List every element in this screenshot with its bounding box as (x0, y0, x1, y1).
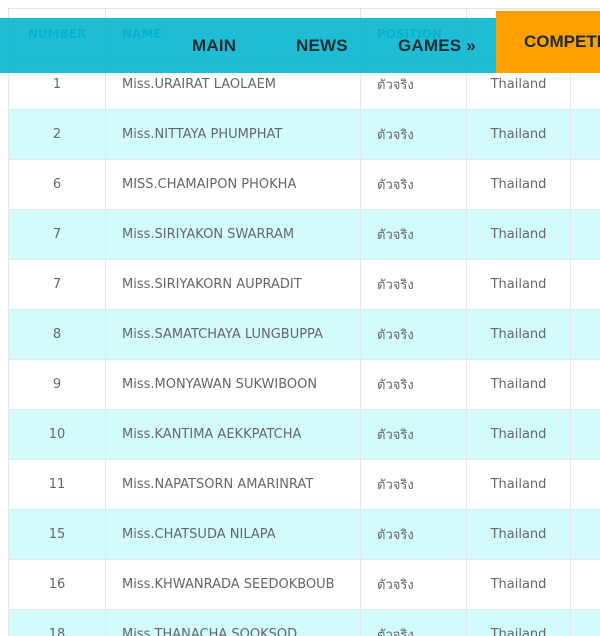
table-row: 11 Miss.NAPATSORN AMARINRAT ตัวจริง Thailan… (8, 459, 600, 510)
cell-country: Thailand (466, 459, 571, 510)
nav-item-news[interactable]: NEWS (296, 18, 348, 73)
cell-extra (570, 209, 600, 260)
table-row: 8 Miss.SAMATCHAYA LUNGBUPPA ตัวจริง Thailan… (8, 309, 600, 360)
cell-name: Miss.SIRIYAKON SWARRAM (105, 209, 361, 260)
cell-position: ตัวจริง (360, 559, 467, 610)
roster-table-container: NUMBER NAME POSITION C 1Miss.URAIRAT LAO… (8, 8, 600, 636)
cell-number: 9 (8, 359, 106, 410)
cell-extra (570, 359, 600, 410)
cell-position: ตัวจริง (360, 259, 467, 310)
cell-country: Thailand (466, 209, 571, 260)
cell-position: ตัวจริง (360, 109, 467, 160)
cell-position: ตัวจริง (360, 309, 467, 360)
cell-position: ตัวจริง (360, 509, 467, 560)
cell-number: 7 (8, 259, 106, 310)
cell-country: Thailand (466, 509, 571, 560)
roster-table: NUMBER NAME POSITION C 1Miss.URAIRAT LAO… (8, 8, 600, 636)
nav-item-main[interactable]: MAIN (192, 18, 236, 73)
cell-name: Miss.CHATSUDA NILAPA (105, 509, 361, 560)
cell-extra (570, 259, 600, 310)
table-row: 7 Miss.SIRIYAKON SWARRAM ตัวจริง Thailand (8, 209, 600, 260)
cell-position: ตัวจริง (360, 359, 467, 410)
cell-position: ตัวจริง (360, 409, 467, 460)
cell-extra (570, 609, 600, 636)
cell-extra (570, 109, 600, 160)
table-row: 7 Miss.SIRIYAKORN AUPRADIT ตัวจริง Thailand (8, 259, 600, 310)
nav-item-games[interactable]: GAMES » (398, 18, 476, 73)
cell-extra (570, 459, 600, 510)
cell-name: Miss.KANTIMA AEKKPATCHA (105, 409, 361, 460)
main-nav-bar: MAIN NEWS GAMES » COMPETITI (0, 11, 600, 73)
table-row: 15 Miss.CHATSUDA NILAPA ตัวจริง Thailand (8, 509, 600, 560)
cell-number: 16 (8, 559, 106, 610)
cell-name: Miss.THANACHA SOOKSOD (105, 609, 361, 636)
page: NUMBER NAME POSITION C 1Miss.URAIRAT LAO… (0, 0, 600, 636)
cell-number: 10 (8, 409, 106, 460)
cell-country: Thailand (466, 359, 571, 410)
cell-name: MISS.CHAMAIPON PHOKHA (105, 159, 361, 210)
cell-country: Thailand (466, 559, 571, 610)
table-row: 16 Miss.KHWANRADA SEEDOKBOUB ตัวจริง Thaila… (8, 559, 600, 610)
cell-number: 7 (8, 209, 106, 260)
cell-extra (570, 159, 600, 210)
cell-position: ตัวจริง (360, 159, 467, 210)
cell-name: Miss.SIRIYAKORN AUPRADIT (105, 259, 361, 310)
cell-name: Miss.NITTAYA PHUMPHAT (105, 109, 361, 160)
table-row: 9 Miss.MONYAWAN SUKWIBOON ตัวจริง Thailand (8, 359, 600, 410)
cell-position: ตัวจริง (360, 459, 467, 510)
cell-country: Thailand (466, 159, 571, 210)
table-row: 6 MISS.CHAMAIPON PHOKHA ตัวจริง Thailand (8, 159, 600, 210)
cell-position: ตัวจริง (360, 209, 467, 260)
cell-name: Miss.MONYAWAN SUKWIBOON (105, 359, 361, 410)
cell-country: Thailand (466, 109, 571, 160)
cell-number: 2 (8, 109, 106, 160)
table-row: 2 Miss.NITTAYA PHUMPHAT ตัวจริง Thailand (8, 109, 600, 160)
cell-name: Miss.NAPATSORN AMARINRAT (105, 459, 361, 510)
cell-number: 6 (8, 159, 106, 210)
cell-extra (570, 559, 600, 610)
table-row: 18 Miss.THANACHA SOOKSOD ตัวจริง Thailand (8, 609, 600, 636)
nav-item-competition[interactable]: COMPETITI (496, 11, 600, 73)
cell-extra (570, 309, 600, 360)
cell-number: 18 (8, 609, 106, 636)
table-body: 1 Miss.URAIRAT LAOLAEM ตัวจริง Thailand 2 Mis… (8, 59, 600, 636)
cell-extra (570, 509, 600, 560)
cell-country: Thailand (466, 259, 571, 310)
cell-name: Miss.SAMATCHAYA LUNGBUPPA (105, 309, 361, 360)
cell-number: 8 (8, 309, 106, 360)
cell-country: Thailand (466, 409, 571, 460)
cell-country: Thailand (466, 609, 571, 636)
cell-number: 11 (8, 459, 106, 510)
cell-country: Thailand (466, 309, 571, 360)
cell-number: 15 (8, 509, 106, 560)
cell-name: Miss.KHWANRADA SEEDOKBOUB (105, 559, 361, 610)
table-row: 10 Miss.KANTIMA AEKKPATCHA ตัวจริง Thailand (8, 409, 600, 460)
cell-position: ตัวจริง (360, 609, 467, 636)
cell-extra (570, 409, 600, 460)
